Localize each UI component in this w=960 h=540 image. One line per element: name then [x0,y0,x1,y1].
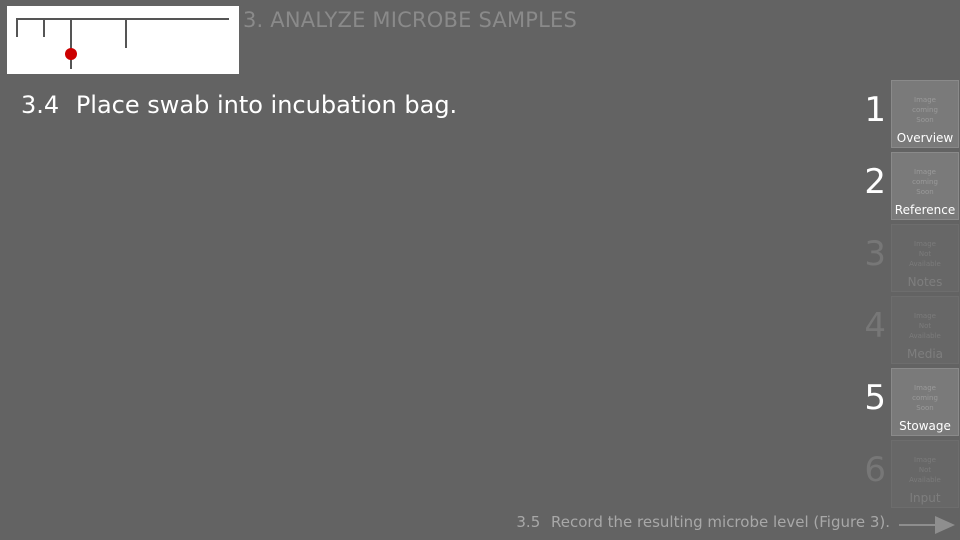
procedure-progress-indicator [7,6,239,74]
tab-label: Stowage [899,419,951,433]
tab-thumbnail[interactable]: Image coming Soon Stowage [891,368,959,436]
tab-label: Media [906,347,944,361]
image-placeholder: Image Not Available [909,456,941,484]
tab-thumbnail: Image Not Available Notes [891,224,959,292]
tab-input: 6 Image Not Available Input [864,439,960,511]
tab-notes: 3 Image Not Available Notes [864,223,960,295]
image-placeholder: Image coming Soon [912,384,938,412]
tab-number: 2 [864,162,886,202]
tab-thumbnail: Image Not Available Media [891,296,959,364]
image-placeholder: Image Not Available [909,312,941,340]
tab-thumbnail[interactable]: Image coming Soon Overview [891,80,959,148]
current-step-instruction: 3.4 Place swab into incubation bag. [21,91,457,119]
current-step-text: Place swab into incubation bag. [75,91,458,119]
tab-label: Reference [894,203,956,217]
tab-reference[interactable]: 2 Image coming Soon Reference [864,151,960,223]
tab-number: 4 [864,306,886,346]
tab-thumbnail: Image Not Available Input [891,440,959,508]
image-placeholder: Image Not Available [909,240,941,268]
tab-label: Input [909,491,941,505]
next-step-number: 3.5 [516,513,541,531]
next-step-preview[interactable]: 3.5 Record the resulting microbe level (… [516,513,890,531]
tab-label: Notes [907,275,943,289]
section-title: 3. ANALYZE MICROBE SAMPLES [243,8,578,32]
next-step-text: Record the resulting microbe level (Figu… [551,513,890,531]
progress-timeline [16,18,229,69]
tab-number: 6 [864,450,886,490]
tab-number: 3 [864,234,886,274]
image-placeholder: Image coming Soon [912,96,938,124]
arrow-right-icon[interactable] [897,514,957,536]
side-tab-bar: 1 Image coming Soon Overview 2 Image com… [864,79,960,511]
tab-label: Overview [896,131,954,145]
tab-number: 5 [864,378,886,418]
tab-overview[interactable]: 1 Image coming Soon Overview [864,79,960,151]
tab-media: 4 Image Not Available Media [864,295,960,367]
image-placeholder: Image coming Soon [912,168,938,196]
tab-stowage[interactable]: 5 Image coming Soon Stowage [864,367,960,439]
tab-thumbnail[interactable]: Image coming Soon Reference [891,152,959,220]
current-step-number: 3.4 [21,91,60,119]
tab-number: 1 [864,90,886,130]
current-step-marker [65,48,77,60]
